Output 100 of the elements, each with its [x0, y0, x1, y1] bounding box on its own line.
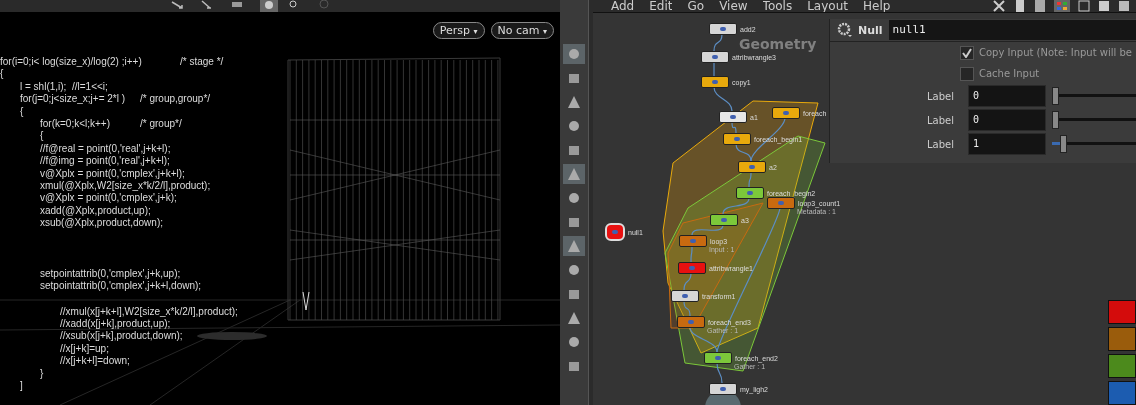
checkbox-label: Cache Input — [979, 68, 1040, 79]
code-line: xmul(@Xplx,W2[size_x*k/2/l],product); — [39, 180, 212, 193]
menu-item[interactable]: View — [719, 0, 748, 12]
slider[interactable] — [1052, 110, 1136, 130]
wire — [713, 86, 733, 112]
viewport-tool-button[interactable] — [563, 164, 585, 184]
code-line: //xmul(x[j+k+l],W2[size_x*k/2/l],product); — [59, 305, 238, 318]
triangle-icon — [566, 167, 582, 181]
node-tile[interactable] — [723, 133, 751, 145]
code-line: setpointattrib(0,'cmplex',j+k+l,down); — [39, 280, 203, 293]
checkbox[interactable] — [960, 45, 974, 60]
wire — [713, 61, 715, 77]
menu-item[interactable]: Layout — [807, 0, 848, 12]
node-tile[interactable] — [719, 111, 747, 123]
checkbox[interactable] — [960, 66, 974, 81]
wire — [716, 362, 723, 384]
gear-icon[interactable] — [836, 22, 854, 38]
code-line: ] — [19, 379, 24, 393]
code-line: v@Xplx = point(0,'cmplex',j+k); — [39, 192, 178, 205]
slider-thumb[interactable] — [1052, 111, 1059, 129]
node-name-field[interactable]: null1 — [888, 20, 1136, 40]
code-line: { — [19, 105, 25, 119]
code-line: l = shl(1,i); //l=1<<i; — [19, 80, 109, 94]
wire — [748, 171, 752, 188]
menu-item[interactable]: Edit — [649, 0, 673, 12]
camera-menu-button[interactable]: Persp ▾ — [432, 22, 485, 39]
code-line: for(i=0;i< log(size_x)/log(2) ;i++) /* stage */ — [0, 56, 225, 69]
triangle-icon — [566, 239, 582, 253]
code-line: xadd(@Xplx,product,up); — [39, 204, 152, 218]
menu-item[interactable]: Add — [611, 0, 635, 12]
code-line: //xsub(x[j+k],product,down); — [59, 330, 184, 343]
wire — [690, 245, 693, 263]
code-line: //f@img = point(0,'real',j+k+l); — [39, 155, 171, 168]
parameter-label: Label — [926, 138, 955, 150]
parameter-label: Label — [926, 90, 955, 102]
color-swatch[interactable] — [1108, 381, 1136, 405]
square-icon — [566, 143, 582, 157]
node-tile[interactable] — [704, 352, 732, 364]
node-tile[interactable] — [671, 290, 699, 302]
wrench-icon[interactable] — [992, 0, 1006, 12]
code-line: //xadd(x[j+k],product,up); — [59, 317, 172, 331]
node-tile[interactable] — [678, 262, 706, 274]
checkbox-label: Copy Input (Note: Input will be — [979, 47, 1132, 58]
node-tile[interactable] — [677, 316, 705, 328]
menu-item[interactable]: Help — [862, 0, 891, 12]
camera-menu-button[interactable]: No cam ▾ — [490, 22, 554, 39]
wire — [731, 121, 737, 134]
code-line: setpointattrib(0,'cmplex',j+k,up); — [39, 267, 182, 281]
code-line: { — [0, 68, 5, 81]
grid-icon[interactable] — [1078, 0, 1090, 12]
context-label: Geometry — [739, 37, 817, 51]
panel-icon[interactable] — [1034, 0, 1046, 12]
triangle-icon — [566, 95, 582, 109]
node-type: Null — [858, 23, 883, 37]
color-swatch[interactable] — [1108, 327, 1136, 351]
panel-icon[interactable] — [1098, 0, 1110, 12]
menu-item[interactable]: Go — [687, 0, 705, 12]
square-icon — [566, 71, 582, 85]
code-line: //f@real = point(0,'real',j+k+l); — [39, 142, 172, 156]
node-tile[interactable] — [738, 161, 766, 173]
color-swatch[interactable] — [1108, 300, 1136, 324]
node-tile[interactable] — [767, 197, 795, 209]
square-icon — [566, 359, 582, 373]
value-field[interactable]: 0 — [968, 85, 1046, 107]
code-line: xsub(@Xplx,product,down); — [39, 217, 164, 230]
node-tile[interactable] — [701, 76, 729, 88]
parameter-label: Label — [926, 114, 955, 126]
viewport-tool-button[interactable] — [563, 236, 585, 256]
triangle-icon — [566, 311, 582, 325]
color-grid-icon[interactable] — [1054, 0, 1070, 12]
slider[interactable] — [1052, 134, 1136, 154]
code-line: } — [39, 367, 45, 380]
wire — [713, 33, 723, 52]
value-field[interactable]: 1 — [968, 133, 1046, 155]
node-tile[interactable] — [709, 383, 737, 395]
view-icon[interactable] — [260, 0, 278, 12]
node-tile[interactable] — [709, 23, 737, 35]
panel-icon[interactable] — [1118, 0, 1130, 12]
code-line: v@Xplx = point(0,'cmplex',j+k+l); — [39, 167, 186, 181]
node-tile[interactable] — [701, 51, 729, 63]
node-tile[interactable] — [736, 187, 764, 199]
node-tile[interactable] — [679, 235, 707, 247]
slider-thumb[interactable] — [1060, 135, 1068, 153]
value-field[interactable]: 0 — [968, 109, 1046, 131]
menu-item[interactable]: Tools — [762, 0, 793, 12]
circle-icon — [566, 263, 582, 277]
code-line: for(j=0;j<size_x;j+= 2*l ) /* group,group*/ — [19, 93, 212, 106]
node-tile[interactable] — [772, 107, 800, 119]
circle-icon — [566, 335, 582, 349]
square-icon — [566, 215, 582, 229]
viewport-tool-button[interactable] — [563, 44, 585, 64]
circle-icon — [566, 47, 582, 61]
slider-fill — [1052, 142, 1061, 145]
node-tile[interactable] — [710, 214, 738, 226]
slider[interactable] — [1052, 86, 1136, 106]
wire — [683, 272, 692, 291]
color-swatch[interactable] — [1108, 354, 1136, 378]
handle-icon[interactable] — [170, 0, 184, 10]
code-line: { — [39, 130, 45, 143]
slider-thumb[interactable] — [1052, 87, 1059, 105]
